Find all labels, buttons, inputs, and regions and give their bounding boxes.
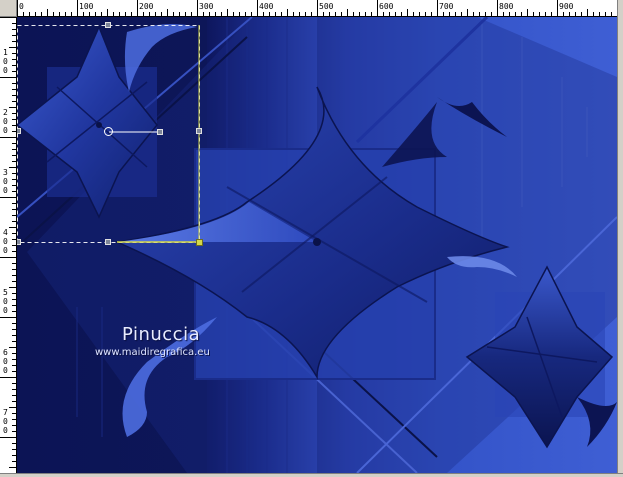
image-canvas[interactable]: Pinuccia www.maidiregrafica.eu — [17, 17, 617, 473]
ruler-top[interactable]: 0 100 200 300 400 500 600 700 800 900 — [17, 0, 617, 17]
square-handle-icon[interactable] — [105, 22, 111, 28]
square-handle-icon[interactable] — [196, 128, 202, 134]
active-handle-icon[interactable] — [196, 239, 203, 246]
watermark-name: Pinuccia — [122, 324, 201, 345]
ruler-label: 0 — [3, 357, 8, 366]
ruler-label: 0 — [19, 2, 24, 11]
ruler-label: 300 — [199, 2, 214, 11]
ruler-label: 100 — [79, 2, 94, 11]
square-handle-icon[interactable] — [105, 239, 111, 245]
ruler-label: 0 — [3, 117, 8, 126]
ruler-label: 0 — [3, 186, 8, 195]
ruler-label: 0 — [3, 126, 8, 135]
square-handle-icon[interactable] — [17, 128, 21, 134]
ruler-label: 0 — [3, 366, 8, 375]
ruler-label: 400 — [259, 2, 274, 11]
ruler-label: 2 — [3, 108, 8, 117]
ruler-label: 5 — [3, 288, 8, 297]
ruler-label: 6 — [3, 348, 8, 357]
square-handle-icon[interactable] — [17, 239, 21, 245]
ruler-label: 500 — [319, 2, 334, 11]
ruler-corner — [0, 0, 17, 17]
ruler-label: 0 — [3, 246, 8, 255]
ruler-label: 0 — [3, 66, 8, 75]
artwork — [17, 17, 617, 473]
square-handle-icon[interactable] — [157, 129, 163, 135]
ruler-label: 600 — [379, 2, 394, 11]
scrollbar-frame-bottom — [0, 473, 623, 477]
ruler-left[interactable]: 100200300400500600700 — [0, 17, 17, 473]
scrollbar-frame-right — [617, 0, 623, 477]
ruler-label: 0 — [3, 177, 8, 186]
ruler-label: 200 — [139, 2, 154, 11]
ruler-label: 3 — [3, 168, 8, 177]
ruler-label: 800 — [499, 2, 514, 11]
ruler-label: 7 — [3, 408, 8, 417]
ruler-label: 700 — [439, 2, 454, 11]
ruler-label: 4 — [3, 228, 8, 237]
ruler-label: 0 — [3, 426, 8, 435]
ruler-label: 0 — [3, 57, 8, 66]
ruler-label: 0 — [3, 417, 8, 426]
ruler-label: 900 — [559, 2, 574, 11]
ruler-label: 0 — [3, 306, 8, 315]
ruler-label: 1 — [3, 48, 8, 57]
circle-handle-icon[interactable] — [104, 127, 113, 136]
ruler-label: 0 — [3, 297, 8, 306]
ruler-label: 0 — [3, 237, 8, 246]
watermark-url: www.maidiregrafica.eu — [95, 347, 210, 358]
